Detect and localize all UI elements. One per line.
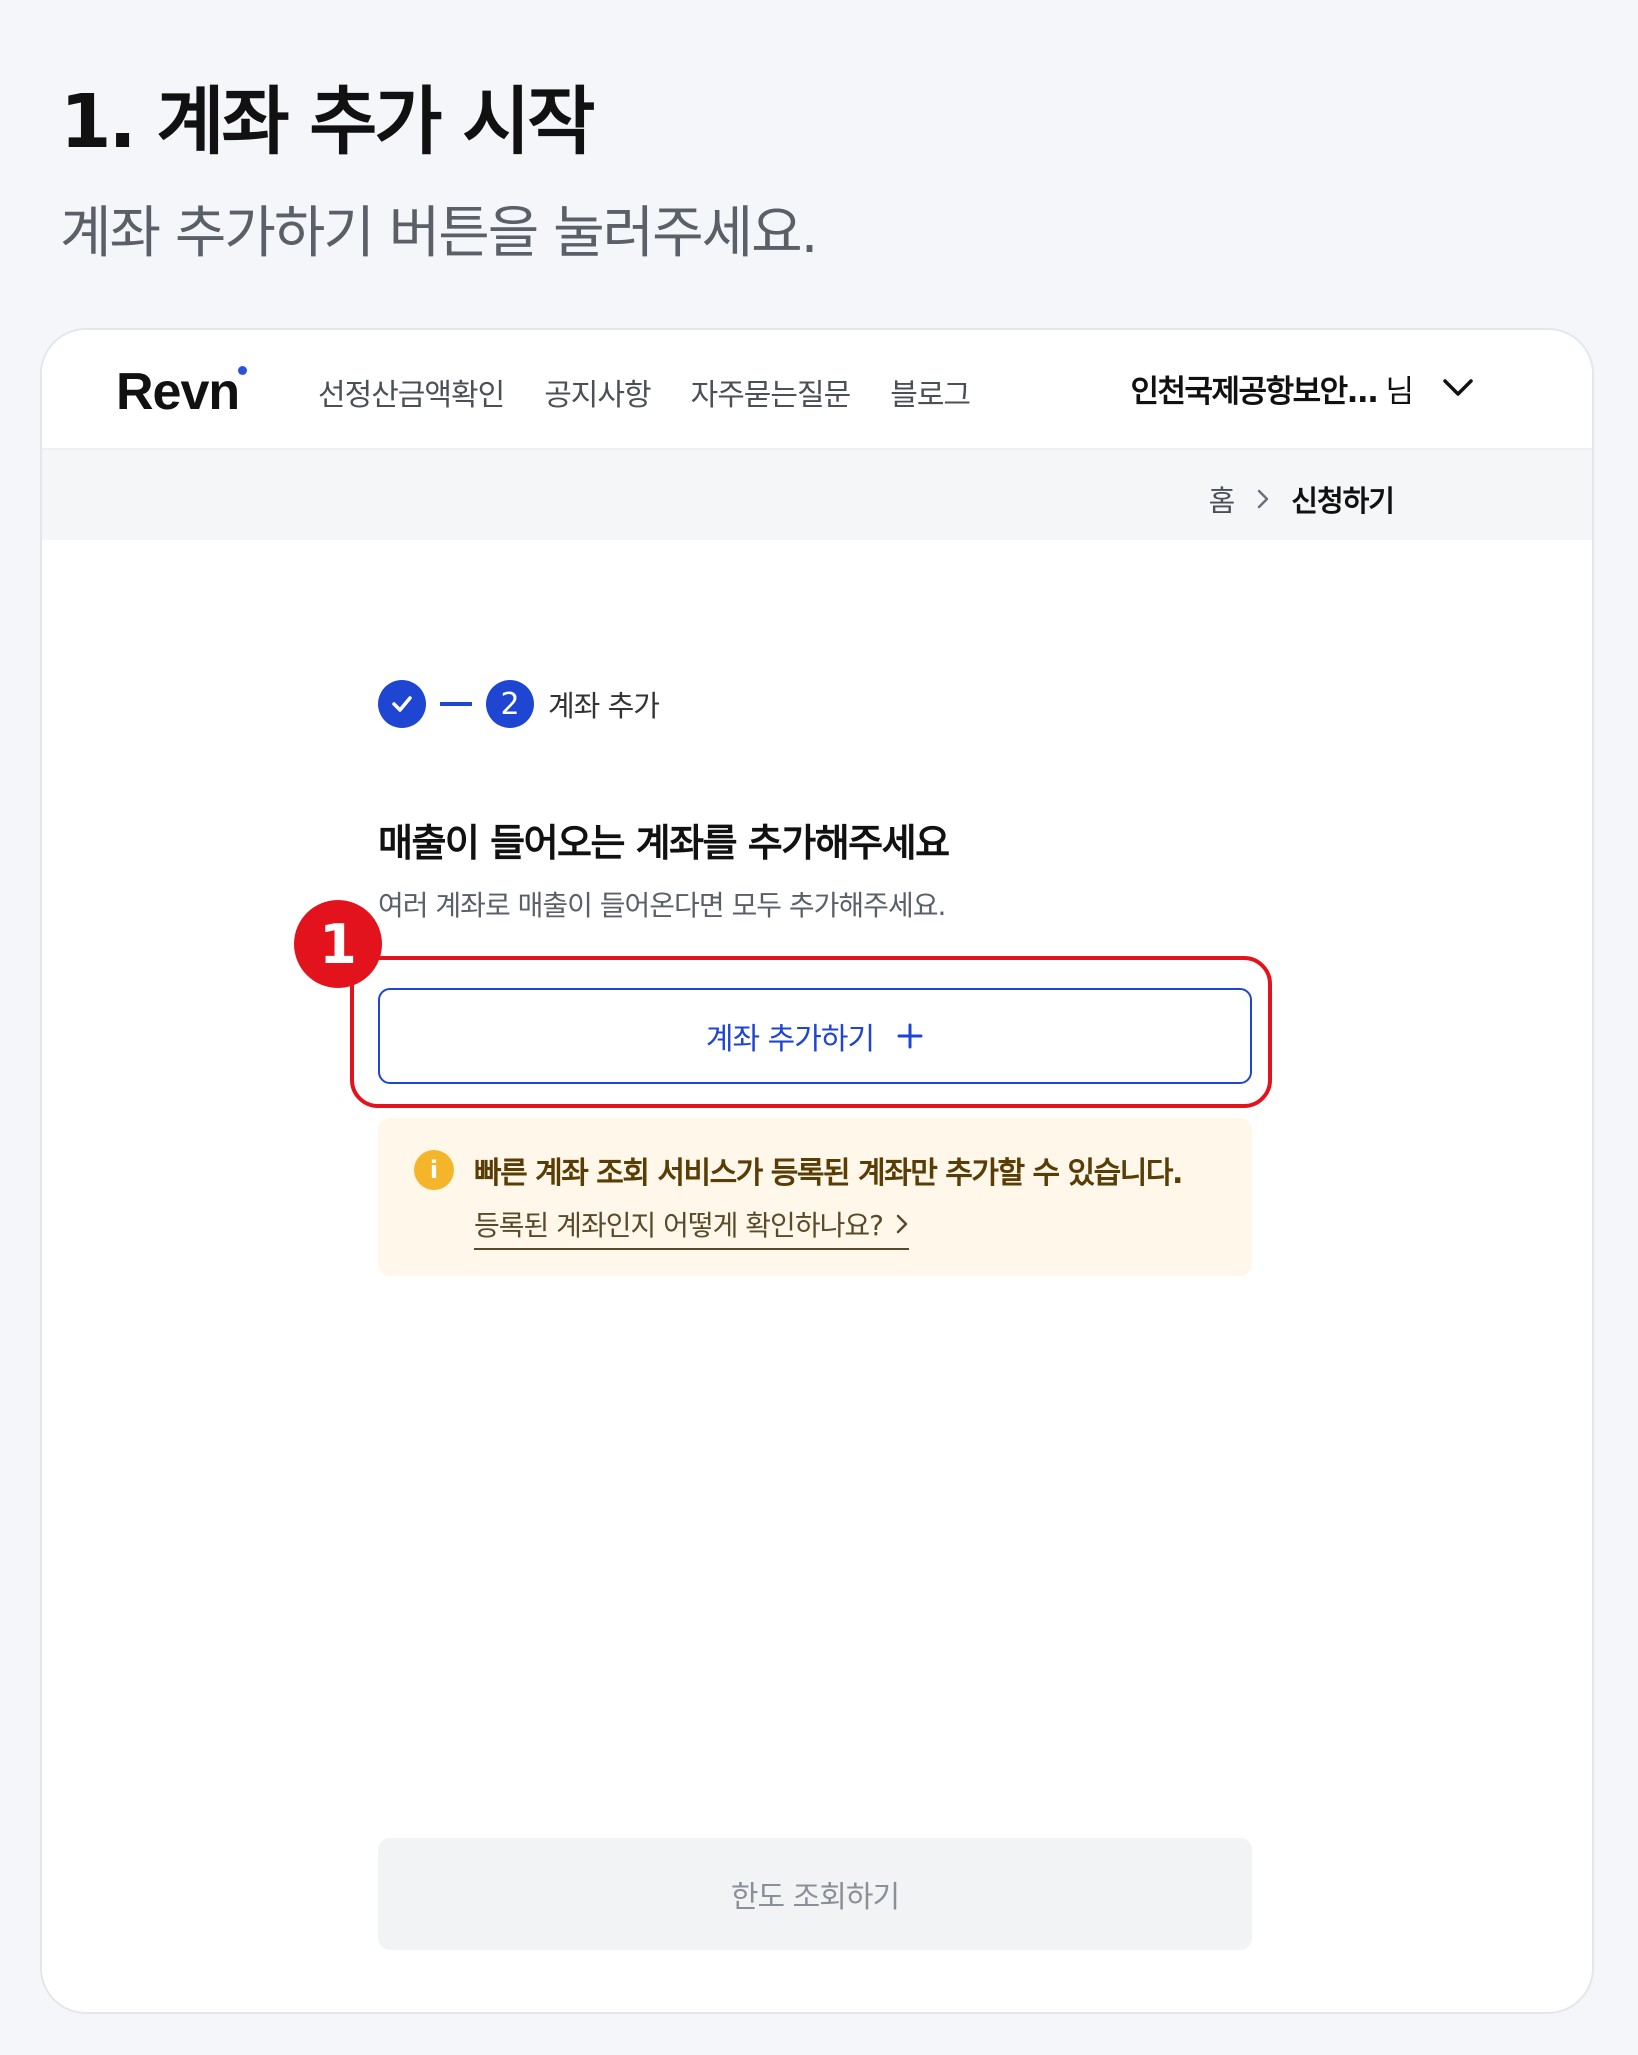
user-name: 인천국제공항보안... bbox=[1130, 374, 1379, 410]
step-connector bbox=[440, 702, 472, 706]
chevron-right-icon bbox=[896, 1214, 908, 1234]
breadcrumb-bar: 홈 신청하기 bbox=[42, 450, 1592, 540]
logo-dot-icon bbox=[238, 366, 248, 375]
highlight-annotation bbox=[350, 956, 1272, 1108]
top-navbar: Revn 선정산금액확인 공지사항 자주묻는질문 블로그 인천국제공항보안...… bbox=[42, 330, 1592, 450]
notice-text: 빠른 계좌 조회 서비스가 등록된 계좌만 추가할 수 있습니다. bbox=[474, 1156, 1183, 1191]
nav-item-faq[interactable]: 자주묻는질문 bbox=[691, 370, 852, 414]
notice-box: i 빠른 계좌 조회 서비스가 등록된 계좌만 추가할 수 있습니다. 등록된 … bbox=[378, 1118, 1252, 1276]
breadcrumb: 홈 신청하기 bbox=[1209, 478, 1395, 520]
step-current-label: 계좌 추가 bbox=[548, 689, 660, 723]
nav-item-settlement[interactable]: 선정산금액확인 bbox=[318, 370, 505, 414]
revn-logo[interactable]: Revn bbox=[116, 362, 248, 422]
nav-item-notice[interactable]: 공지사항 bbox=[544, 370, 651, 414]
nav-menu: 선정산금액확인 공지사항 자주묻는질문 블로그 bbox=[318, 370, 971, 414]
section-title: 매출이 들어오는 계좌를 추가해주세요 bbox=[378, 821, 950, 865]
chevron-right-icon bbox=[1258, 489, 1269, 509]
nav-item-blog[interactable]: 블로그 bbox=[890, 370, 971, 414]
app-window: Revn 선정산금액확인 공지사항 자주묻는질문 블로그 인천국제공항보안...… bbox=[40, 328, 1594, 2014]
chevron-down-icon[interactable] bbox=[1440, 370, 1476, 406]
notice-link-label: 등록된 계좌인지 어떻게 확인하나요? bbox=[474, 1209, 884, 1242]
breadcrumb-home[interactable]: 홈 bbox=[1209, 478, 1236, 520]
step-done bbox=[378, 680, 426, 728]
guide-title: 1. 계좌 추가 시작 bbox=[60, 79, 595, 165]
step-current-number: 2 bbox=[486, 680, 534, 728]
breadcrumb-current: 신청하기 bbox=[1291, 484, 1395, 518]
limit-check-button[interactable]: 한도 조회하기 bbox=[378, 1838, 1252, 1950]
check-icon bbox=[392, 696, 412, 712]
info-icon: i bbox=[414, 1150, 454, 1190]
stepper: 2 계좌 추가 bbox=[378, 680, 660, 728]
user-suffix: 님 bbox=[1385, 374, 1414, 410]
guide-subtitle: 계좌 추가하기 버튼을 눌러주세요. bbox=[60, 201, 818, 266]
logo-text: Revn bbox=[116, 363, 240, 421]
step-badge: 1 bbox=[294, 900, 382, 988]
notice-help-link[interactable]: 등록된 계좌인지 어떻게 확인하나요? bbox=[474, 1204, 909, 1250]
user-menu[interactable]: 인천국제공항보안... 님 bbox=[1130, 366, 1414, 411]
section-description: 여러 계좌로 매출이 들어온다면 모두 추가해주세요. bbox=[378, 889, 946, 922]
